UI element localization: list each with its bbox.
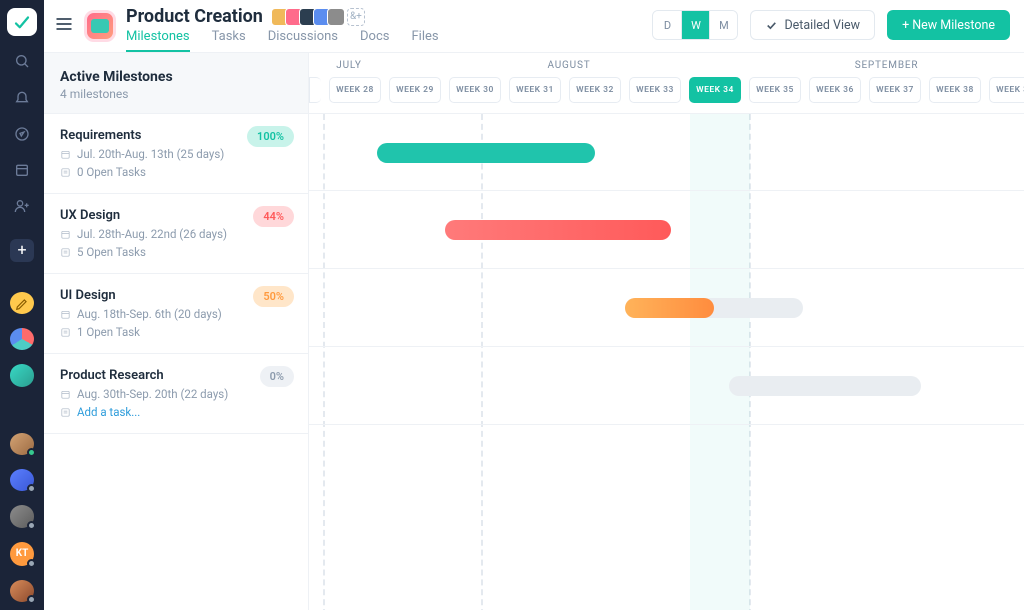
week-col[interactable]: WEEK 31 <box>509 77 561 103</box>
gantt-bar-research-bg[interactable] <box>729 376 921 396</box>
calendar-icon[interactable] <box>10 159 34 181</box>
week-col[interactable]: WEEK 29 <box>389 77 441 103</box>
color-dot-project[interactable] <box>10 364 34 386</box>
gantt-row <box>309 191 1024 269</box>
week-col[interactable]: WEEK 37 <box>869 77 921 103</box>
color-dot-chart[interactable] <box>10 328 34 350</box>
week-col[interactable]: WEEK 38 <box>929 77 981 103</box>
week-track: WEEK 28 WEEK 29 WEEK 30 WEEK 31 WEEK 32 … <box>309 71 1024 114</box>
gantt-row <box>309 114 1024 191</box>
add-member-button[interactable]: &+ <box>347 8 365 26</box>
week-col[interactable]: WEEK 39 <box>989 77 1024 103</box>
week-col[interactable]: WEEK 35 <box>749 77 801 103</box>
sidebar-avatar-3[interactable] <box>10 505 34 527</box>
search-icon[interactable] <box>10 50 34 72</box>
menu-icon[interactable] <box>54 14 74 38</box>
view-month-button[interactable]: M <box>709 11 737 39</box>
week-col[interactable]: WEEK 33 <box>629 77 681 103</box>
add-task-link[interactable]: Add a task... <box>60 405 292 419</box>
milestone-item[interactable]: Requirements Jul. 20th-Aug. 13th (25 day… <box>44 114 308 194</box>
project-members[interactable]: &+ <box>271 8 365 26</box>
week-col[interactable]: WEEK 28 <box>329 77 381 103</box>
create-new-button[interactable]: + <box>10 239 34 261</box>
milestone-dates: Jul. 28th-Aug. 22nd (26 days) <box>60 227 292 241</box>
week-col[interactable]: WEEK 36 <box>809 77 861 103</box>
color-dot-pencil[interactable] <box>10 292 34 314</box>
compass-icon[interactable] <box>10 123 34 145</box>
week-col-active[interactable]: WEEK 34 <box>689 77 741 103</box>
top-header: Product Creation &+ Milestones Tasks Dis… <box>44 0 1024 52</box>
milestone-list-header: Active Milestones 4 milestones <box>44 53 308 114</box>
milestone-dates: Jul. 20th-Aug. 13th (25 days) <box>60 147 292 161</box>
new-milestone-button[interactable]: + New Milestone <box>887 10 1010 40</box>
milestone-dates: Aug. 30th-Sep. 20th (22 days) <box>60 387 292 401</box>
notifications-icon[interactable] <box>10 86 34 108</box>
milestone-item[interactable]: UX Design Jul. 28th-Aug. 22nd (26 days) … <box>44 194 308 274</box>
progress-badge: 50% <box>253 286 294 307</box>
sidebar-avatar-4[interactable]: KT <box>10 542 34 566</box>
view-day-button[interactable]: D <box>653 11 681 39</box>
tab-milestones[interactable]: Milestones <box>126 29 190 52</box>
milestone-tasks: 0 Open Tasks <box>60 165 292 179</box>
milestone-item[interactable]: Product Research Aug. 30th-Sep. 20th (22… <box>44 354 308 434</box>
gantt-row <box>309 269 1024 347</box>
nav-tabs: Milestones Tasks Discussions Docs Files <box>126 29 439 52</box>
milestone-tasks: 1 Open Task <box>60 325 292 339</box>
timeline-panel[interactable]: JULY AUGUST SEPTEMBER WEEK 28 WEEK 29 WE… <box>309 53 1024 610</box>
detailed-view-button[interactable]: Detailed View <box>750 10 875 40</box>
progress-badge: 100% <box>247 126 294 147</box>
tab-files[interactable]: Files <box>411 29 438 52</box>
gantt-body <box>309 114 1024 610</box>
project-avatar[interactable] <box>84 10 116 42</box>
milestone-list: Active Milestones 4 milestones Requireme… <box>44 53 309 610</box>
left-sidebar: + KT <box>0 0 44 610</box>
week-col[interactable]: WEEK 30 <box>449 77 501 103</box>
milestone-title: Product Research <box>60 368 292 383</box>
week-partial[interactable] <box>309 77 321 103</box>
view-week-button[interactable]: W <box>681 11 709 39</box>
sidebar-avatar-5[interactable] <box>10 580 34 602</box>
app-logo[interactable] <box>7 8 37 36</box>
page-title: Product Creation <box>126 6 263 27</box>
gantt-bar-requirements[interactable] <box>377 143 595 163</box>
tab-tasks[interactable]: Tasks <box>212 29 246 52</box>
milestone-tasks: 5 Open Tasks <box>60 245 292 259</box>
sidebar-avatar-2[interactable] <box>10 469 34 491</box>
gantt-bar-ux[interactable] <box>445 220 671 240</box>
gantt-bar-ui-progress[interactable] <box>625 298 714 318</box>
gantt-row <box>309 347 1024 425</box>
tab-discussions[interactable]: Discussions <box>268 29 338 52</box>
progress-badge: 0% <box>260 366 294 387</box>
zoom-mode-group: D W M <box>652 10 738 40</box>
milestone-dates: Aug. 18th-Sep. 6th (20 days) <box>60 307 292 321</box>
sidebar-avatar-1[interactable] <box>10 433 34 455</box>
tab-docs[interactable]: Docs <box>360 29 389 52</box>
week-col[interactable]: WEEK 32 <box>569 77 621 103</box>
progress-badge: 44% <box>253 206 294 227</box>
add-user-icon[interactable] <box>10 195 34 217</box>
milestone-item[interactable]: UI Design Aug. 18th-Sep. 6th (20 days) 1… <box>44 274 308 354</box>
month-labels: JULY AUGUST SEPTEMBER <box>309 53 1024 71</box>
